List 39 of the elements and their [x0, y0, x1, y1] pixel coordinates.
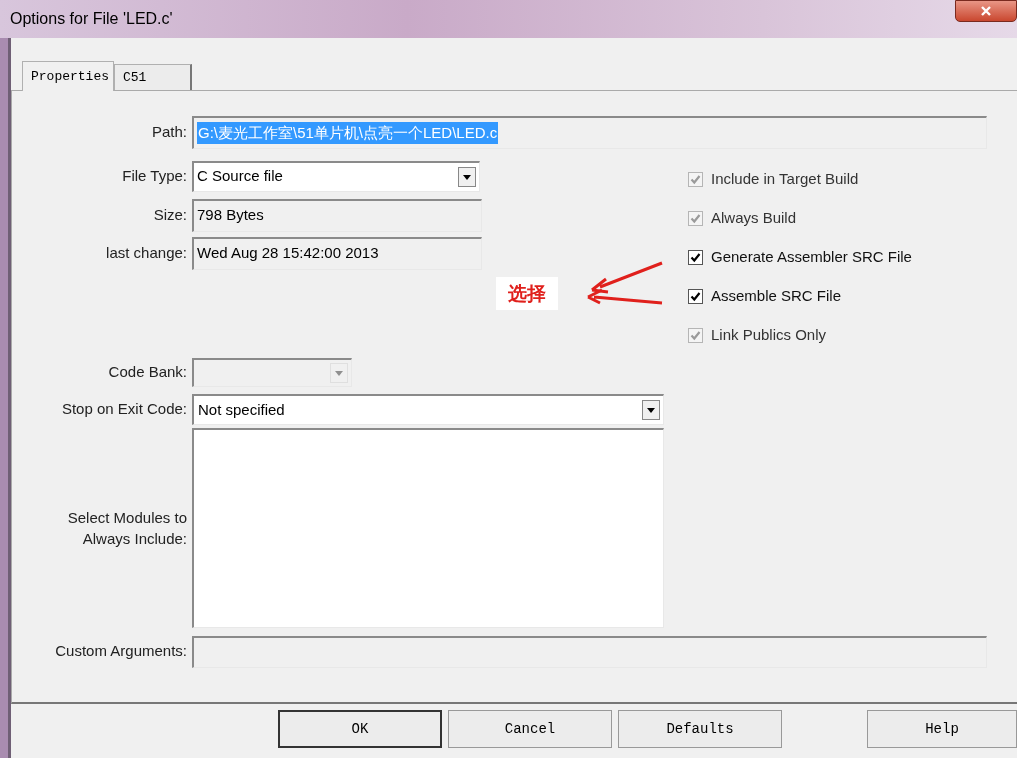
dialog-button[interactable]: OK: [278, 710, 442, 748]
check-icon: [690, 291, 701, 302]
check-icon: [690, 213, 701, 224]
field-label: Stop on Exit Code:: [60, 399, 188, 420]
size-field: 798 Bytes: [192, 198, 482, 232]
dialog-button[interactable]: Cancel: [448, 710, 612, 748]
check-icon: [690, 330, 701, 341]
path-value: G:\麦光工作室\51单片机\点亮一个LED\LED.c: [197, 121, 499, 145]
checkbox-label: Always Build: [711, 208, 797, 229]
field-label: Custom Arguments:: [54, 641, 188, 662]
field-label: Size:: [152, 204, 188, 225]
dialog-button[interactable]: Defaults: [618, 710, 782, 748]
dialog-button[interactable]: Help: [867, 710, 1017, 748]
dropdown-arrow-icon: [462, 172, 472, 181]
window-title: Options for File 'LED.c': [9, 9, 173, 29]
tab[interactable]: Properties: [22, 61, 114, 91]
check-icon: [690, 252, 701, 263]
file-type-dropdown[interactable]: C Source file: [192, 160, 480, 192]
checkbox-label: Include in Target Build: [711, 169, 859, 190]
checkbox-label: Generate Assembler SRC File: [711, 247, 912, 268]
stop-on-exit-dropdown[interactable]: Not specified: [192, 394, 664, 425]
check-icon: [690, 174, 701, 185]
close-icon: [980, 6, 992, 16]
close-button[interactable]: [955, 0, 1017, 22]
checkbox-label: Link Publics Only: [711, 325, 827, 346]
field-label: Code Bank:: [107, 361, 188, 382]
field-label: File Type:: [121, 165, 188, 186]
dropdown-arrow-icon: [334, 368, 344, 377]
annotation-label: 选择: [496, 277, 558, 310]
custom-arguments-field[interactable]: [192, 635, 987, 668]
field-label: Path:: [150, 122, 188, 143]
dropdown-arrow-icon: [646, 406, 656, 414]
checkbox-label: Assemble SRC File: [711, 286, 842, 307]
last-change-field: Wed Aug 28 15:42:00 2013: [192, 236, 482, 270]
field-label: Select Modules to Always Include:: [66, 508, 188, 549]
field-label: last change:: [105, 242, 188, 263]
checkbox[interactable]: [688, 289, 703, 304]
checkbox[interactable]: [688, 250, 703, 265]
tab[interactable]: C51: [114, 64, 192, 90]
